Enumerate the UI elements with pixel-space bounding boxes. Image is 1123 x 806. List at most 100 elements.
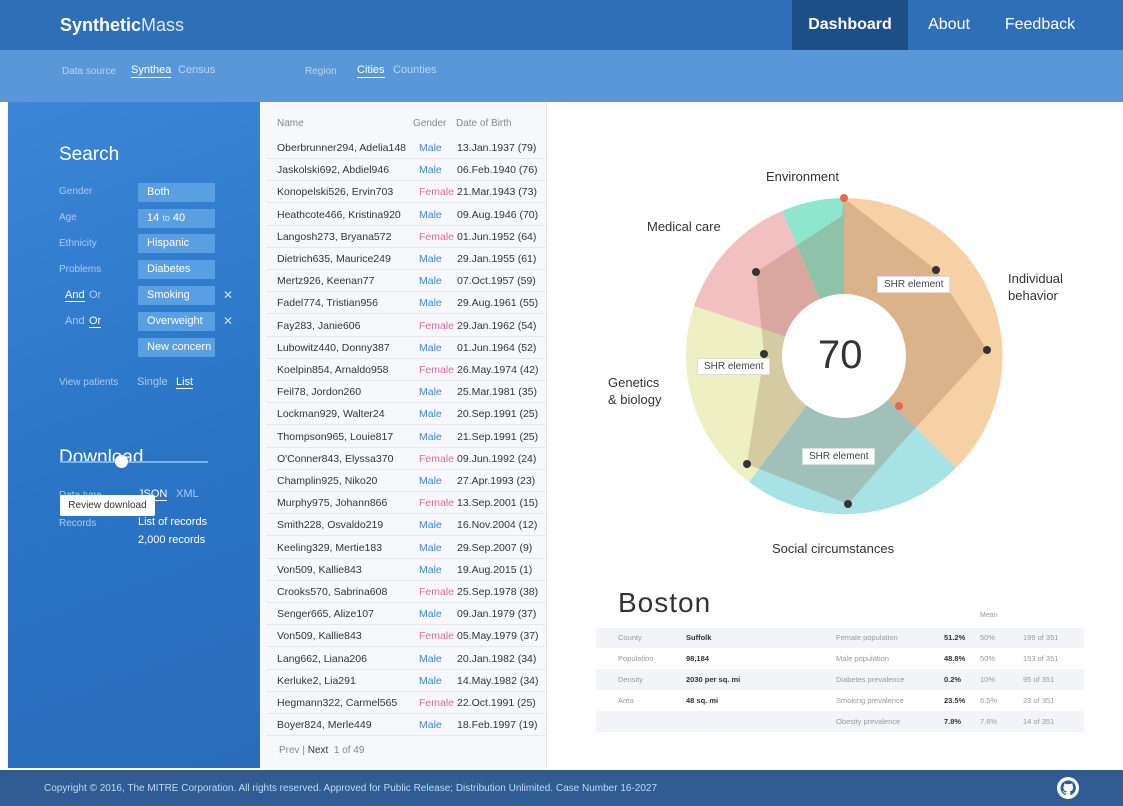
table-row[interactable]: Dietrich635, Maurice249 Male 29.Jan.1955 (… — [267, 248, 545, 270]
pager-next[interactable]: Next — [308, 745, 329, 756]
and-toggle-1[interactable]: And — [65, 289, 85, 302]
pagination: Prev | Next 1 of 49 — [279, 745, 365, 756]
table-row[interactable]: Champlin925, Niko20 Male 27.Apr.1993 (23) — [267, 470, 545, 492]
patient-dob: 18.Feb.1997 (19) — [457, 719, 538, 732]
table-row[interactable]: Lubowitz440, Donny387 Male 01.Jun.1964 (52… — [267, 337, 545, 359]
table-row[interactable]: Feil78, Jordon260 Male 25.Mar.1981 (35) — [267, 381, 545, 404]
header-name[interactable]: Name — [277, 118, 304, 129]
table-row[interactable]: Hegmann322, Carmel565 Female 22.Oct.1991 (… — [267, 692, 545, 714]
table-row[interactable]: Langosh273, Bryana572 Female 01.Jun.1952 (… — [267, 226, 545, 248]
or-toggle-1[interactable]: Or — [89, 289, 101, 301]
patient-dob: 29.Sep.2007 (9) — [457, 541, 533, 554]
stat-rank: 14 of 351 — [1023, 717, 1055, 726]
patient-name: Dietrich635, Maurice249 — [277, 253, 391, 265]
nav-feedback[interactable]: Feedback — [992, 0, 1088, 50]
records-slider-track[interactable] — [60, 461, 208, 463]
table-row[interactable]: Smith228, Osvaldo219 Male 16.Nov.2004 (12) — [267, 514, 545, 537]
data-point[interactable] — [895, 402, 903, 410]
table-row[interactable]: Von509, Kallie843 Male 19.Aug.2015 (1) — [267, 559, 545, 581]
patient-name: Heathcote466, Kristina920 — [277, 208, 401, 221]
remove-overweight-icon[interactable]: ✕ — [223, 314, 233, 328]
pager-prev[interactable]: Prev — [279, 745, 300, 756]
problem-overweight[interactable]: Overweight — [138, 312, 215, 331]
nav-about[interactable]: About — [910, 0, 988, 50]
table-row[interactable]: Boyer824, Merle449 Male 18.Feb.1997 (19) — [267, 714, 545, 737]
table-row[interactable]: O'Conner843, Elyssa370 Female 09.Jun.1992 … — [267, 448, 545, 470]
and-toggle-2[interactable]: And — [65, 315, 85, 327]
problem-diabetes[interactable]: Diabetes — [138, 260, 215, 279]
stats-row: County Suffolk Female population 51.2% 50% 19… — [596, 627, 1084, 648]
new-concern-button[interactable]: New concern — [138, 338, 215, 357]
header-gender[interactable]: Gender — [413, 118, 446, 129]
data-point[interactable] — [743, 460, 751, 468]
nav-dashboard[interactable]: Dashboard — [792, 0, 908, 50]
top-nav: SyntheticMass Dashboard About Feedback — [0, 0, 1123, 50]
patient-gender: Female — [419, 586, 455, 598]
table-row[interactable]: Thompson965, Louie817 Male 21.Sep.1991 (25… — [267, 426, 545, 448]
table-row[interactable]: Lockman929, Walter24 Male 20.Sep.1991 (25) — [267, 403, 545, 426]
view-patients-label: View patients — [59, 377, 119, 388]
data-point[interactable] — [844, 500, 852, 508]
table-row[interactable]: Mertz926, Keenan77 Male 07.Oct.1957 (59) — [267, 270, 545, 293]
view-single[interactable]: Single — [137, 376, 168, 388]
region-counties[interactable]: Counties — [393, 64, 436, 76]
brand-logo[interactable]: SyntheticMass — [60, 15, 184, 36]
table-row[interactable]: Lang662, Liana206 Male 20.Jan.1982 (34) — [267, 648, 545, 670]
table-row[interactable]: Crooks570, Sabrina608 Female 25.Sep.1978 (… — [267, 581, 545, 603]
age-range[interactable]: 14 to 40 — [138, 209, 215, 228]
patient-name: Von509, Kallie843 — [277, 630, 362, 643]
patient-name: Feil78, Jordon260 — [277, 386, 362, 399]
patient-dob: 26.May.1974 (42) — [457, 364, 539, 376]
github-icon[interactable] — [1056, 776, 1080, 800]
stat-rank: 95 of 351 — [1023, 675, 1055, 684]
table-row[interactable]: Keeling329, Mertie183 Male 29.Sep.2007 (9) — [267, 537, 545, 559]
gender-select[interactable]: Both — [138, 183, 215, 202]
table-row[interactable]: Jaskolski692, Abdiel946 Male 06.Feb.1940 (… — [267, 159, 545, 182]
patient-dob: 09.Aug.1946 (70) — [457, 208, 539, 221]
data-point[interactable] — [932, 266, 940, 274]
table-row[interactable]: Von509, Kallie843 Female 05.May.1979 (37) — [267, 625, 545, 648]
remove-smoking-icon[interactable]: ✕ — [223, 288, 233, 302]
table-row[interactable]: Senger665, Alize107 Male 09.Jan.1979 (37) — [267, 603, 545, 626]
stats-row: Obesity prevalence 7.8% 7.6% 14 of 351 — [596, 711, 1084, 732]
shr-element-tag[interactable]: SHR element — [802, 448, 876, 465]
city-stats-table: County Suffolk Female population 51.2% 50% 19… — [596, 627, 1084, 732]
stat-value: Suffolk — [686, 633, 712, 642]
label-genetics: Genetics & biology — [608, 375, 662, 407]
table-row[interactable]: Oberbrunner294, Adelia148 Male 13.Jan.1937… — [267, 137, 545, 159]
or-toggle-2[interactable]: Or — [89, 315, 102, 328]
shr-element-tag[interactable]: SHR element — [697, 358, 771, 375]
patient-name: Koelpin854, Arnaldo958 — [277, 364, 389, 376]
patient-gender: Male — [419, 541, 442, 554]
view-list[interactable]: List — [176, 376, 194, 389]
patient-name: Murphy975, Johann866 — [277, 497, 388, 510]
shr-element-tag[interactable]: SHR element — [877, 276, 951, 293]
stats-row: Density 2030 per sq. mi Diabetes prevalenc… — [596, 669, 1084, 690]
ethnicity-select[interactable]: Hispanic — [138, 234, 215, 253]
table-row[interactable]: Fay283, Janie606 Female 29.Jan.1962 (54) — [267, 315, 545, 337]
patient-name: Oberbrunner294, Adelia148 — [277, 142, 407, 154]
table-row[interactable]: Fadel774, Tristian956 Male 29.Aug.1961 (55… — [267, 292, 545, 315]
patient-gender: Female — [419, 697, 455, 709]
stats-row: Population 98,184 Male population 48.8% 50% 1… — [596, 648, 1084, 669]
problem-smoking[interactable]: Smoking — [138, 286, 215, 305]
table-row[interactable]: Koelpin854, Arnaldo958 Female 26.May.1974 … — [267, 359, 545, 381]
review-download-button[interactable]: Review download — [60, 495, 155, 516]
header-dob[interactable]: Date of Birth — [456, 118, 512, 129]
data-source-census[interactable]: Census — [178, 64, 215, 76]
records-slider-handle[interactable] — [115, 455, 128, 468]
data-point[interactable] — [752, 268, 760, 276]
data-source-synthea[interactable]: Synthea — [131, 64, 172, 78]
patient-dob: 21.Sep.1991 (25) — [457, 430, 539, 443]
data-point[interactable] — [760, 350, 768, 358]
table-row[interactable]: Heathcote466, Kristina920 Male 09.Aug.1946… — [267, 204, 545, 226]
region-cities[interactable]: Cities — [357, 64, 385, 78]
download-title: Download — [59, 447, 144, 468]
data-type-xml[interactable]: XML — [176, 488, 199, 500]
table-row[interactable]: Murphy975, Johann866 Female 13.Sep.2001 (1… — [267, 492, 545, 515]
table-row[interactable]: Konopelski526, Ervin703 Female 21.Mar.1943… — [267, 181, 545, 204]
patient-name: Champlin925, Niko20 — [277, 475, 378, 487]
data-point[interactable] — [983, 346, 991, 354]
table-row[interactable]: Kerluke2, Lia291 Male 14.May.1982 (34) — [267, 670, 545, 692]
data-point[interactable] — [840, 194, 848, 202]
